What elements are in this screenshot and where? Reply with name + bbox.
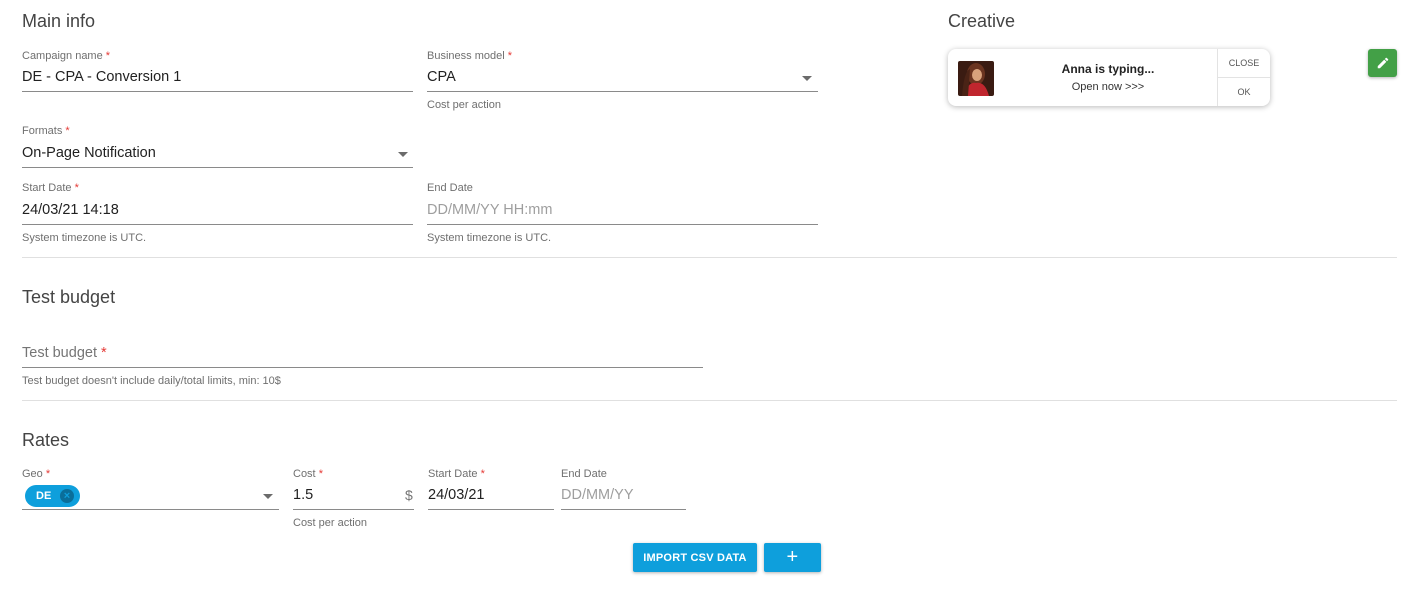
add-rate-button[interactable]: + xyxy=(764,543,821,572)
caret-down-icon[interactable] xyxy=(263,494,273,499)
start-date-underline xyxy=(22,224,413,225)
caret-down-icon[interactable] xyxy=(398,152,408,157)
section-divider xyxy=(22,257,1397,258)
pencil-icon xyxy=(1377,57,1388,69)
cost-input[interactable]: 1.5 xyxy=(293,487,313,503)
formats-label: Formats * xyxy=(22,125,70,137)
geo-chip-label: DE xyxy=(36,490,52,502)
section-divider xyxy=(22,400,1397,401)
creative-notification-preview: Anna is typing... Open now >>> CLOSE OK xyxy=(948,49,1270,106)
test-budget-input[interactable]: Test budget * xyxy=(22,345,107,361)
cost-underline xyxy=(293,509,414,510)
cost-label: Cost * xyxy=(293,468,323,480)
edit-creative-button[interactable] xyxy=(1368,49,1397,77)
start-date-hint: System timezone is UTC. xyxy=(22,232,147,244)
start-date-label: Start Date * xyxy=(22,182,79,194)
caret-down-icon[interactable] xyxy=(802,76,812,81)
notification-ok-button[interactable]: OK xyxy=(1218,78,1270,106)
test-budget-title: Test budget xyxy=(22,287,116,307)
import-csv-button[interactable]: IMPORT CSV DATA xyxy=(633,543,757,572)
main-info-title: Main info xyxy=(22,11,96,31)
chip-remove-icon[interactable]: × xyxy=(60,489,74,503)
test-budget-underline xyxy=(22,367,703,368)
geo-label: Geo * xyxy=(22,468,51,480)
end-date-label: End Date xyxy=(427,182,473,194)
business-model-label: Business model * xyxy=(427,50,512,62)
notification-close-button[interactable]: CLOSE xyxy=(1218,49,1270,77)
rate-start-date-input[interactable]: 24/03/21 xyxy=(428,487,484,503)
rate-end-date-underline xyxy=(561,509,686,510)
formats-select[interactable]: On-Page Notification xyxy=(22,145,156,161)
notification-title: Anna is typing... xyxy=(1061,62,1155,76)
business-model-select[interactable]: CPA xyxy=(427,69,456,85)
cost-hint: Cost per action xyxy=(293,517,367,529)
formats-underline xyxy=(22,167,413,168)
end-date-underline xyxy=(427,224,818,225)
rate-end-date-label: End Date xyxy=(561,468,607,480)
creative-avatar xyxy=(958,61,994,96)
end-date-input[interactable]: DD/MM/YY HH:mm xyxy=(427,202,552,218)
start-date-input[interactable]: 24/03/21 14:18 xyxy=(22,202,119,218)
campaign-name-label: Campaign name * xyxy=(22,50,111,62)
business-model-hint: Cost per action xyxy=(427,99,501,111)
test-budget-hint: Test budget doesn't include daily/total … xyxy=(22,375,281,387)
geo-underline xyxy=(22,509,279,510)
plus-icon: + xyxy=(786,546,799,568)
creative-title: Creative xyxy=(948,11,1016,31)
rate-start-date-label: Start Date * xyxy=(428,468,485,480)
rate-start-date-underline xyxy=(428,509,554,510)
business-model-underline xyxy=(427,91,818,92)
currency-suffix: $ xyxy=(405,487,413,503)
campaign-name-input[interactable]: DE - CPA - Conversion 1 xyxy=(22,69,181,85)
geo-chip-de: DE × xyxy=(25,485,80,507)
notification-subtitle: Open now >>> xyxy=(1071,81,1145,93)
rates-title: Rates xyxy=(22,430,70,450)
end-date-hint: System timezone is UTC. xyxy=(427,232,552,244)
campaign-name-underline xyxy=(22,91,413,92)
rate-end-date-input[interactable]: DD/MM/YY xyxy=(561,487,634,503)
